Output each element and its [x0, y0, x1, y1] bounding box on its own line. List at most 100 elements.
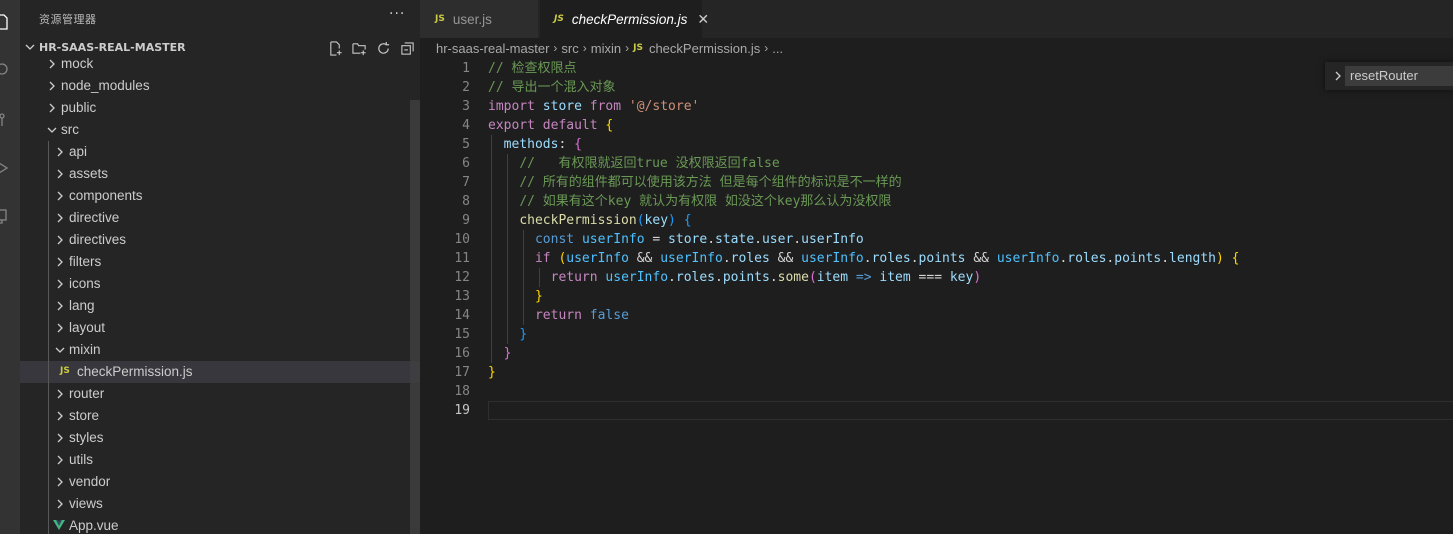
editor-tabs: JS user.js JS checkPermission.js ✕ — [420, 0, 1453, 38]
code-line: checkPermission(key) { — [488, 211, 1453, 230]
code-token: item — [816, 270, 849, 285]
tree-item-label: directives — [69, 232, 127, 247]
tree-folder-directive[interactable]: directive — [20, 207, 420, 229]
tree-item-label: router — [69, 386, 105, 401]
line-number: 16 — [454, 346, 470, 361]
js-file-icon: JS — [554, 14, 564, 24]
chevron-right-icon: › — [625, 41, 630, 55]
code-token: userInfo — [801, 251, 864, 266]
tree-folder-components[interactable]: components — [20, 185, 420, 207]
sidebar-scrollbar[interactable] — [410, 100, 420, 534]
chevron-right-icon — [54, 322, 66, 334]
indent-guide — [507, 154, 508, 344]
tab-checkpermission-js[interactable]: JS checkPermission.js ✕ — [540, 0, 709, 38]
code-token: userInfo — [660, 251, 723, 266]
tree-folder-utils[interactable]: utils — [20, 449, 420, 471]
tree-item-label: views — [69, 496, 103, 511]
code-token: roles — [675, 270, 716, 285]
code-token: { — [574, 137, 582, 152]
sticky-scroll-label[interactable]: resetRouter — [1345, 66, 1453, 86]
tree-indent-guide — [48, 449, 49, 471]
tree-indent-guide — [48, 405, 49, 427]
code-token: { — [683, 213, 692, 228]
code-token: . — [754, 232, 762, 247]
breadcrumb-file[interactable]: checkPermission.js — [649, 41, 760, 56]
code-line: // 导出一个混入对象 — [488, 78, 1453, 97]
tree-folder-vendor[interactable]: vendor — [20, 471, 420, 493]
code-token: key — [949, 270, 974, 285]
code-token: from — [589, 99, 622, 114]
chevron-right-icon — [54, 388, 66, 400]
breadcrumb-item[interactable]: src — [561, 41, 578, 56]
breadcrumb-ellipsis[interactable]: ... — [772, 41, 783, 56]
code-token: some — [777, 270, 809, 285]
chevron-down-icon — [54, 344, 66, 356]
tree-folder-router[interactable]: router — [20, 383, 420, 405]
code-line: methods: { — [488, 135, 1453, 154]
tree-item-label: assets — [69, 166, 109, 181]
tree-folder-public[interactable]: public — [20, 97, 420, 119]
code-token: if — [534, 251, 551, 266]
tree-indent-guide — [48, 383, 49, 405]
tree-folder-layout[interactable]: layout — [20, 317, 420, 339]
explorer-title: 资源管理器 — [39, 13, 97, 26]
chevron-right-icon — [54, 278, 66, 290]
code-token: store — [668, 232, 708, 247]
code-line: return userInfo.roles.points.some(item =… — [488, 268, 1453, 287]
code-token: } — [519, 327, 528, 342]
code-token: // 导出一个混入对象 — [488, 80, 616, 95]
tree-folder-store[interactable]: store — [20, 405, 420, 427]
tree-folder-mixin[interactable]: mixin — [20, 339, 420, 361]
tree-folder-node_modules[interactable]: node_modules — [20, 75, 420, 97]
chevron-right-icon — [1332, 70, 1344, 82]
more-actions-icon[interactable]: ··· — [389, 6, 405, 22]
code-token: import — [488, 99, 535, 114]
explorer-icon[interactable] — [0, 14, 10, 30]
breadcrumb-item[interactable]: mixin — [591, 41, 621, 56]
code-line: } — [488, 363, 1453, 382]
tree-file-App.vue[interactable]: App.vue — [20, 515, 420, 534]
tab-user-js[interactable]: JS user.js — [420, 0, 538, 38]
line-number: 19 — [454, 403, 470, 418]
code-token: false — [589, 308, 629, 323]
tree-folder-lang[interactable]: lang — [20, 295, 420, 317]
code-token: // 检查权限点 — [488, 61, 577, 76]
chevron-right-icon — [54, 234, 66, 246]
tree-folder-mock[interactable]: mock — [20, 53, 420, 75]
tree-folder-filters[interactable]: filters — [20, 251, 420, 273]
tree-folder-views[interactable]: views — [20, 493, 420, 515]
tree-folder-icons[interactable]: icons — [20, 273, 420, 295]
tree-indent-guide — [48, 185, 49, 207]
close-icon[interactable]: ✕ — [697, 11, 709, 28]
tree-item-label: api — [69, 144, 88, 159]
tree-folder-src[interactable]: src — [20, 119, 420, 141]
tree-indent-guide — [48, 141, 49, 163]
code-token: userInfo — [581, 232, 645, 247]
code-line: // 所有的组件都可以使用该方法 但是每个组件的标识是不一样的 — [488, 173, 1453, 192]
tree-indent-guide — [48, 493, 49, 515]
code-token: . — [707, 232, 716, 247]
code-editor[interactable]: // 检查权限点 // 导出一个混入对象 import store from '@/… — [488, 59, 1453, 420]
tree-folder-api[interactable]: api — [20, 141, 420, 163]
extensions-icon[interactable] — [0, 208, 10, 224]
source-control-icon[interactable] — [0, 112, 10, 128]
run-debug-icon[interactable] — [0, 160, 10, 176]
code-line: // 有权限就返回true 没权限返回false — [488, 154, 1453, 173]
search-icon[interactable] — [0, 62, 10, 78]
line-number: 1 — [462, 61, 470, 76]
tree-file-checkPermission.js[interactable]: JS checkPermission.js — [20, 361, 420, 383]
breadcrumb-item[interactable]: hr-saas-real-master — [436, 41, 549, 56]
line-number: 6 — [462, 156, 470, 171]
tree-folder-directives[interactable]: directives — [20, 229, 420, 251]
tree-folder-styles[interactable]: styles — [20, 427, 420, 449]
tree-folder-assets[interactable]: assets — [20, 163, 420, 185]
sticky-scroll-widget[interactable]: resetRouter — [1325, 62, 1453, 90]
